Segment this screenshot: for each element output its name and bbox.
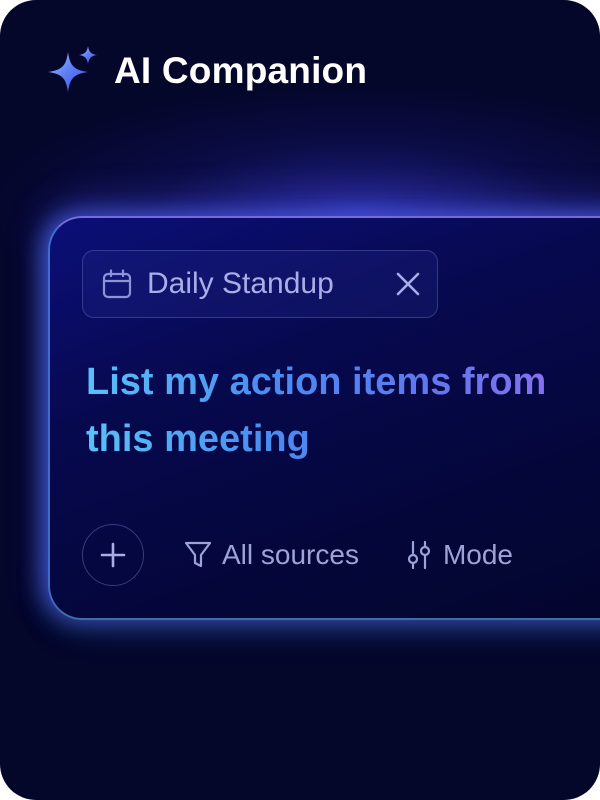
prompt-panel: Daily Standup List my action items from …	[48, 216, 600, 620]
mode-label: Mode	[442, 539, 513, 570]
context-chip[interactable]: Daily Standup	[82, 250, 438, 318]
context-chip-label: Daily Standup	[147, 267, 334, 300]
calendar-icon	[102, 269, 132, 299]
filter-icon	[184, 541, 212, 568]
prompt-toolbar: All sources Mode	[82, 524, 559, 586]
app-title: AI Companion	[114, 50, 368, 91]
ai-companion-card: AI Companion Daily Standup List my actio…	[0, 0, 600, 800]
mode-button[interactable]: Mode	[405, 539, 513, 571]
prompt-input-text[interactable]: List my action items from this meeting	[86, 354, 566, 468]
close-icon[interactable]	[395, 271, 421, 297]
sources-filter-label: All sources	[222, 539, 359, 570]
add-button[interactable]	[82, 524, 144, 586]
sparkle-icon	[48, 46, 97, 92]
mode-slider-icon	[407, 540, 431, 570]
plus-icon	[100, 542, 126, 568]
app-header: AI Companion	[46, 44, 367, 98]
sources-filter-button[interactable]: All sources	[184, 539, 359, 571]
